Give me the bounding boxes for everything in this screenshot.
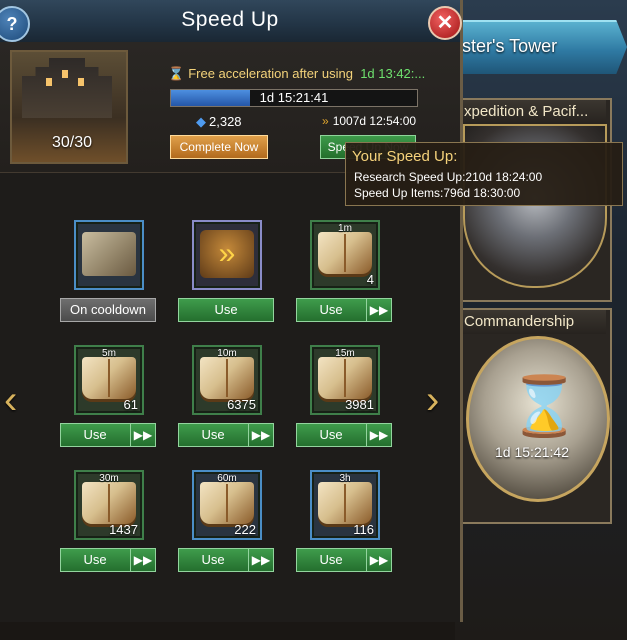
use-multiple-icon[interactable]: ▶▶ (366, 549, 391, 571)
book-icon (318, 357, 372, 399)
item-duration: 30m (99, 473, 119, 484)
auto-speedup-icon: » (200, 230, 254, 278)
use-button-label: Use (319, 552, 343, 567)
commandership-timer: 1d 15:21:42 (495, 444, 569, 460)
item-count: 116 (353, 522, 374, 537)
castle-window (62, 70, 68, 78)
total-time-value: 1007d 12:54:00 (332, 114, 417, 128)
use-button[interactable]: Use ▶▶ (60, 423, 156, 447)
book-icon (318, 482, 372, 524)
portrait-count: 30/30 (52, 134, 93, 151)
use-multiple-icon[interactable]: ▶▶ (248, 549, 273, 571)
next-page-arrow-icon[interactable]: › (426, 380, 439, 420)
free-acceleration-time: 1d 13:42:... (360, 66, 426, 81)
use-multiple-icon[interactable]: ▶▶ (130, 549, 155, 571)
tower-label: ster's Tower (462, 36, 558, 56)
castle-icon (22, 58, 112, 118)
use-button-label: Use (83, 427, 107, 442)
double-arrow-icon: » (322, 114, 329, 128)
item-count: 61 (123, 397, 138, 412)
hourglass-small-icon: ⌛ (168, 66, 185, 81)
book-icon (82, 357, 136, 399)
book-icon (318, 232, 372, 274)
use-button[interactable]: Use ▶▶ (296, 423, 392, 447)
item-duration: 60m (217, 473, 237, 484)
use-multiple-icon[interactable]: ▶▶ (130, 424, 155, 446)
use-button[interactable]: Use ▶▶ (296, 298, 392, 322)
item-duration: 15m (335, 348, 355, 359)
item-count: 1437 (109, 522, 138, 537)
speedup-item-slot[interactable]: » (192, 220, 262, 290)
use-multiple-icon[interactable]: ▶▶ (366, 299, 391, 321)
tooltip-research-speedup: Research Speed Up:210d 18:24:00 (354, 170, 543, 184)
item-duration: 5m (102, 348, 116, 359)
book-icon (200, 482, 254, 524)
research-progress-label: 1d 15:21:41 (259, 90, 329, 105)
use-button-label: Use (319, 302, 343, 317)
item-count: 3981 (345, 397, 374, 412)
close-button[interactable]: ✕ (428, 6, 462, 40)
speedup-item-slot[interactable]: 30m 1437 (74, 470, 144, 540)
item-count: 6375 (227, 397, 256, 412)
speedup-item-slot[interactable]: 5m 61 (74, 345, 144, 415)
gem-amount: 2,328 (209, 114, 242, 129)
speedup-item-slot[interactable]: 15m 3981 (310, 345, 380, 415)
complete-now-button[interactable]: Complete Now (170, 135, 268, 159)
item-duration: 10m (217, 348, 237, 359)
use-button[interactable]: Use ▶▶ (178, 423, 274, 447)
castle-window (46, 78, 52, 86)
use-button-label: Use (83, 552, 107, 567)
gem-cost: ◆ 2,328 (196, 114, 242, 130)
item-count: 4 (366, 272, 374, 287)
use-button[interactable]: Use ▶▶ (60, 548, 156, 572)
expedition-card-title: xpedition & Pacif... (460, 100, 606, 124)
use-multiple-icon[interactable]: ▶▶ (366, 424, 391, 446)
speedup-item-slot[interactable]: 60m 222 (192, 470, 262, 540)
speedup-item-slot[interactable]: 1m 4 (310, 220, 380, 290)
use-button[interactable]: Use (178, 298, 274, 322)
commandership-card-title: Commandership (460, 310, 606, 334)
previous-page-arrow-icon[interactable]: ‹ (4, 380, 17, 420)
use-multiple-icon[interactable]: ▶▶ (248, 424, 273, 446)
gem-icon: ◆ (196, 114, 206, 129)
total-speedup-time: » 1007d 12:54:00 (322, 114, 416, 128)
speedup-item-slot[interactable] (74, 220, 144, 290)
book-icon (200, 357, 254, 399)
free-acceleration-row: ⌛ Free acceleration after using 1d 13:42:… (168, 66, 458, 82)
scroll-icon (82, 232, 136, 276)
speedup-item-slot[interactable]: 10m 6375 (192, 345, 262, 415)
item-duration: 3h (339, 473, 351, 484)
use-button[interactable]: Use ▶▶ (296, 548, 392, 572)
free-acceleration-text: Free acceleration after using (188, 66, 353, 81)
hourglass-icon: ⌛ (508, 374, 581, 439)
book-icon (82, 482, 136, 524)
panel-title: Speed Up (181, 8, 279, 31)
tooltip-title: Your Speed Up: (352, 148, 458, 165)
item-duration: 1m (338, 223, 352, 234)
tooltip-speedup-items: Speed Up Items:796d 18:30:00 (354, 186, 521, 200)
on-cooldown-button[interactable]: On cooldown (60, 298, 156, 322)
item-count: 222 (234, 522, 256, 537)
use-button-label: Use (201, 427, 225, 442)
use-button-label: Use (201, 552, 225, 567)
use-button-label: Use (214, 302, 238, 317)
castle-window (78, 78, 84, 86)
use-button[interactable]: Use ▶▶ (178, 548, 274, 572)
use-button-label: Use (319, 427, 343, 442)
speedup-item-slot[interactable]: 3h 116 (310, 470, 380, 540)
